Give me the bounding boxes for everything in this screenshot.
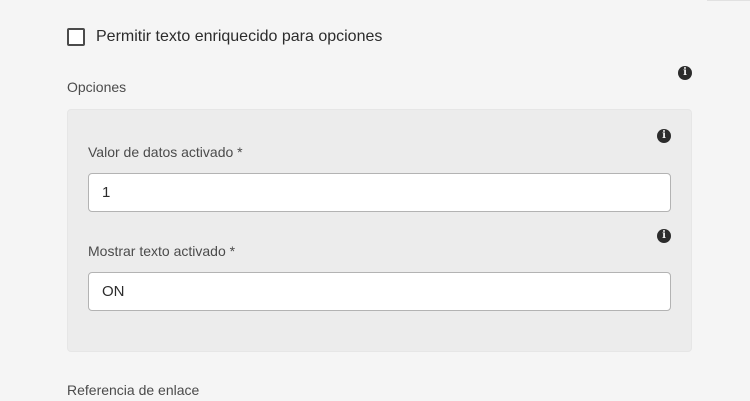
info-icon[interactable]: i	[657, 129, 671, 143]
options-section-label: Opciones	[67, 79, 127, 95]
display-text-label: Mostrar texto activado *	[88, 243, 236, 259]
link-reference-label: Referencia de enlace	[67, 382, 200, 398]
display-text-input[interactable]	[88, 272, 671, 311]
data-value-label: Valor de datos activado *	[88, 144, 243, 160]
data-value-input[interactable]	[88, 173, 671, 212]
info-icon[interactable]: i	[657, 229, 671, 243]
rich-text-checkbox[interactable]	[67, 28, 85, 46]
info-icon[interactable]: i	[678, 66, 692, 80]
rich-text-checkbox-label: Permitir texto enriquecido para opciones	[96, 28, 383, 45]
top-divider	[707, 0, 750, 1]
rich-text-option[interactable]: Permitir texto enriquecido para opciones	[67, 27, 382, 47]
